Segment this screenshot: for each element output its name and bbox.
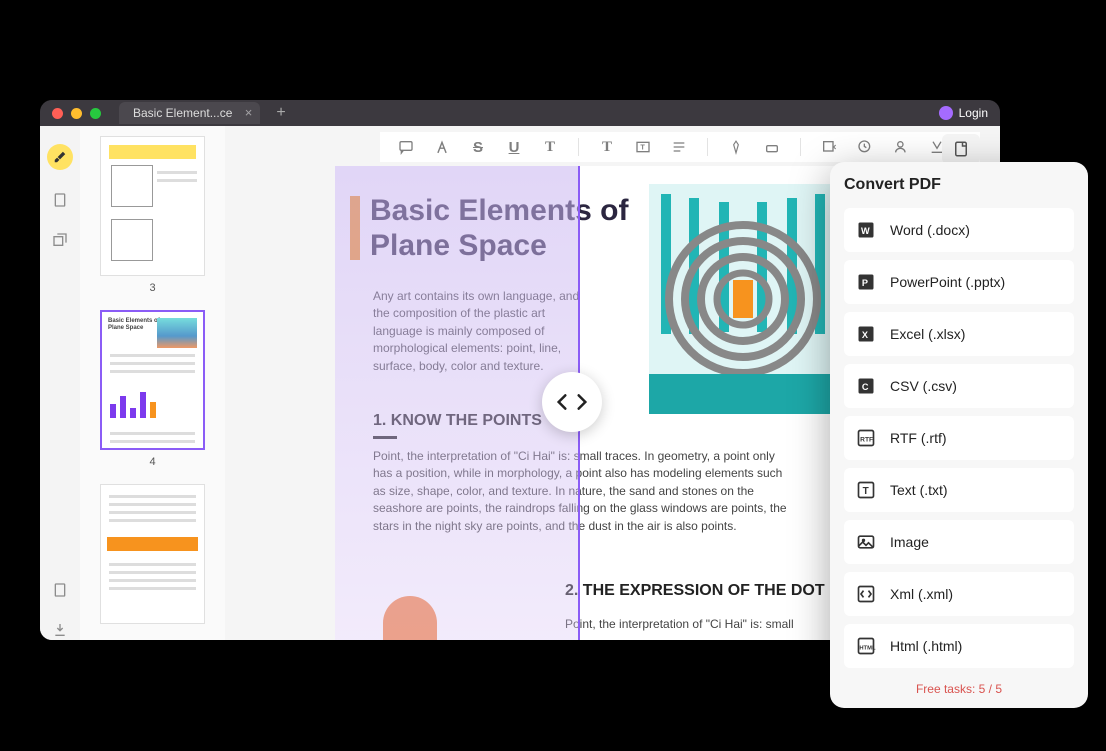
underline-tool-icon[interactable]: U (506, 139, 522, 155)
excel-icon: X (856, 324, 876, 344)
highlight-tool-icon[interactable] (434, 139, 450, 155)
text-tool-icon[interactable]: T (542, 139, 558, 155)
new-tab-button[interactable]: + (276, 104, 285, 122)
hero-image (649, 184, 837, 414)
document-title: Basic Elements of Plane Space (370, 194, 630, 263)
svg-text:X: X (862, 330, 869, 340)
word-icon: W (856, 220, 876, 240)
comment-tool-icon[interactable] (398, 139, 414, 155)
svg-text:W: W (861, 226, 870, 236)
convert-option-csv[interactable]: C CSV (.csv) (844, 364, 1074, 408)
convert-option-powerpoint[interactable]: P PowerPoint (.pptx) (844, 260, 1074, 304)
heading-underline (373, 436, 397, 439)
page-thumbnail-3[interactable] (100, 136, 205, 276)
xml-icon (856, 584, 876, 604)
fullscreen-window-icon[interactable] (90, 108, 101, 119)
close-tab-icon[interactable]: × (245, 105, 253, 120)
thumbnail-label-3: 3 (100, 282, 205, 294)
convert-option-xml[interactable]: Xml (.xml) (844, 572, 1074, 616)
svg-text:T: T (863, 486, 869, 497)
powerpoint-icon: P (856, 272, 876, 292)
page-thumbnail-4[interactable]: Basic Elements of Plane Space (100, 310, 205, 450)
paragraph-points: Point, the interpretation of "Ci Hai" is… (373, 448, 793, 535)
decorative-shape (383, 596, 437, 640)
svg-text:T: T (640, 143, 645, 152)
convert-option-label: PowerPoint (.pptx) (890, 274, 1005, 290)
convert-title: Convert PDF (844, 176, 1074, 194)
pin-tool-icon[interactable] (50, 620, 70, 640)
signature-tool-icon[interactable] (893, 139, 909, 155)
convert-panel: Convert PDF W Word (.docx) P PowerPoint … (830, 162, 1088, 708)
pen-tool-icon[interactable] (728, 139, 744, 155)
eraser-tool-icon[interactable] (764, 139, 780, 155)
svg-text:HTML: HTML (859, 645, 876, 651)
convert-option-text[interactable]: T Text (.txt) (844, 468, 1074, 512)
close-window-icon[interactable] (52, 108, 63, 119)
convert-option-label: Excel (.xlsx) (890, 326, 965, 342)
minimize-window-icon[interactable] (71, 108, 82, 119)
convert-option-word[interactable]: W Word (.docx) (844, 208, 1074, 252)
section-heading-1: 1. KNOW THE POINTS (373, 412, 542, 430)
convert-option-html[interactable]: HTML Html (.html) (844, 624, 1074, 668)
bookmark-tool-icon[interactable] (50, 580, 70, 600)
convert-trigger-button[interactable] (942, 134, 980, 164)
thumbnail-label-4: 4 (100, 456, 205, 468)
rtf-icon: RTF (856, 428, 876, 448)
highlighter-tool-icon[interactable] (47, 144, 73, 170)
annotation-toolbar: S U T T T (380, 132, 980, 162)
convert-option-label: RTF (.rtf) (890, 430, 947, 446)
convert-option-label: Image (890, 534, 929, 550)
svg-text:P: P (862, 278, 868, 288)
accent-bar (350, 196, 360, 260)
convert-option-rtf[interactable]: RTF RTF (.rtf) (844, 416, 1074, 460)
paragraph-intro: Any art contains its own language, and t… (373, 288, 588, 375)
convert-option-label: Xml (.xml) (890, 586, 953, 602)
page-tool-icon[interactable] (50, 190, 70, 210)
page-thumbnail-5[interactable] (100, 484, 205, 624)
text-icon: T (856, 480, 876, 500)
document-page: Basic Elements of Plane Space (335, 166, 875, 640)
window-controls (52, 108, 101, 119)
image-icon (856, 532, 876, 552)
shapes-tool-icon[interactable] (821, 139, 837, 155)
html-icon: HTML (856, 636, 876, 656)
svg-text:RTF: RTF (860, 436, 873, 443)
layers-tool-icon[interactable] (50, 230, 70, 250)
align-tool-icon[interactable] (671, 139, 687, 155)
tab-title: Basic Element...ce (133, 106, 232, 120)
stamp-tool-icon[interactable] (857, 139, 873, 155)
avatar-icon (939, 106, 953, 120)
convert-option-label: Text (.txt) (890, 482, 948, 498)
document-tab[interactable]: Basic Element...ce × (119, 102, 260, 124)
convert-option-excel[interactable]: X Excel (.xlsx) (844, 312, 1074, 356)
paragraph-dot: Point, the interpretation of "Ci Hai" is… (565, 616, 795, 633)
strikethrough-tool-icon[interactable]: S (470, 139, 486, 155)
convert-option-label: CSV (.csv) (890, 378, 957, 394)
login-button[interactable]: Login (939, 106, 988, 120)
compare-slider-handle[interactable] (542, 372, 602, 432)
font-tool-icon[interactable]: T (599, 139, 615, 155)
section-heading-2: 2. THE EXPRESSION OF THE DOT (565, 582, 825, 600)
title-bar: Basic Element...ce × + Login (40, 100, 1000, 126)
left-rail (40, 126, 80, 640)
csv-icon: C (856, 376, 876, 396)
convert-option-label: Word (.docx) (890, 222, 970, 238)
free-tasks-note: Free tasks: 5 / 5 (844, 676, 1074, 698)
svg-text:C: C (862, 382, 869, 392)
thumbnail-panel: 3 Basic Elements of Plane Space 4 (80, 126, 225, 640)
convert-option-label: Html (.html) (890, 638, 962, 654)
textbox-tool-icon[interactable]: T (635, 139, 651, 155)
login-label: Login (959, 106, 988, 120)
convert-option-image[interactable]: Image (844, 520, 1074, 564)
